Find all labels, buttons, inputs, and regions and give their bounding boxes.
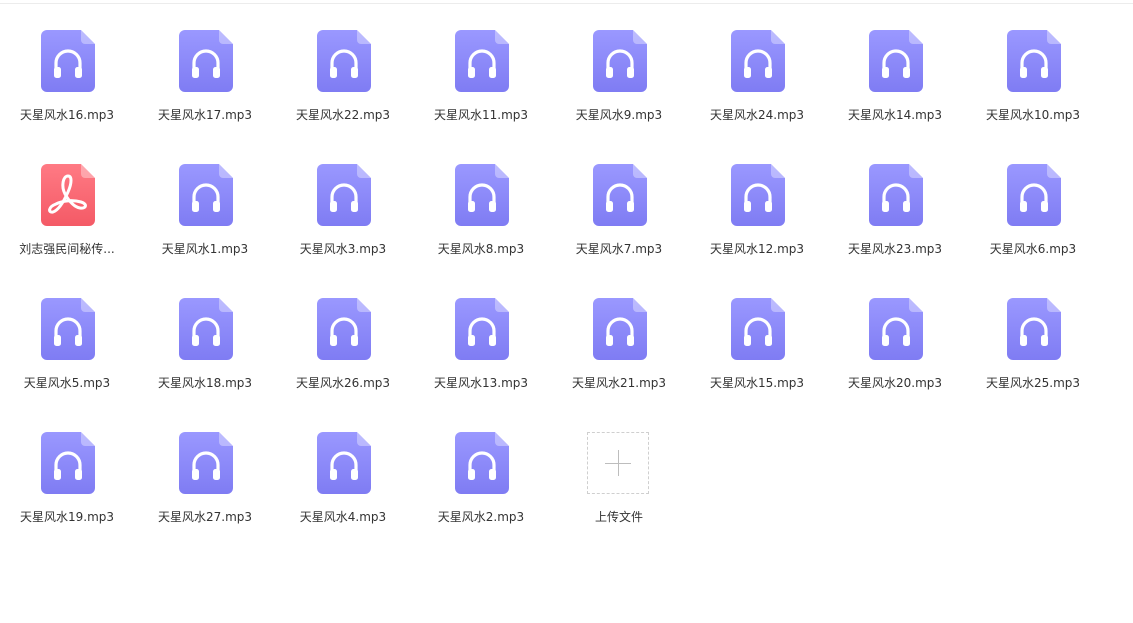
file-name: 天星风水19.mp3 (19, 510, 115, 524)
audio-file-icon (179, 298, 233, 360)
file-item[interactable]: 天星风水12.mp3 (692, 134, 822, 256)
file-item[interactable]: 天星风水23.mp3 (830, 134, 960, 256)
file-item[interactable]: 天星风水9.mp3 (554, 0, 684, 122)
file-name: 天星风水26.mp3 (295, 376, 391, 390)
audio-file-icon (593, 298, 647, 360)
audio-file-icon (455, 432, 509, 494)
audio-file-icon (455, 30, 509, 92)
file-item[interactable]: 天星风水14.mp3 (830, 0, 960, 122)
file-name: 天星风水7.mp3 (575, 242, 663, 256)
file-name: 天星风水21.mp3 (571, 376, 667, 390)
audio-file-icon (317, 432, 371, 494)
audio-file-icon (179, 432, 233, 494)
file-item[interactable]: 天星风水5.mp3 (2, 268, 132, 390)
file-name: 天星风水10.mp3 (985, 108, 1081, 122)
audio-file-icon (731, 30, 785, 92)
file-item[interactable]: 天星风水25.mp3 (968, 268, 1098, 390)
plus-icon (587, 432, 649, 494)
audio-file-icon (869, 164, 923, 226)
file-name: 天星风水3.mp3 (299, 242, 387, 256)
audio-file-icon (317, 30, 371, 92)
audio-file-icon (1007, 298, 1061, 360)
file-name: 天星风水25.mp3 (985, 376, 1081, 390)
file-item[interactable]: 天星风水17.mp3 (140, 0, 270, 122)
audio-file-icon (593, 30, 647, 92)
upload-file-button[interactable]: 上传文件 (554, 402, 684, 524)
file-name: 刘志强民间秘传... (19, 242, 115, 256)
file-item[interactable]: 天星风水4.mp3 (278, 402, 408, 524)
file-name: 天星风水16.mp3 (19, 108, 115, 122)
file-name: 天星风水13.mp3 (433, 376, 529, 390)
file-name: 天星风水4.mp3 (299, 510, 387, 524)
file-name: 天星风水11.mp3 (433, 108, 529, 122)
file-item[interactable]: 天星风水6.mp3 (968, 134, 1098, 256)
file-item[interactable]: 天星风水7.mp3 (554, 134, 684, 256)
file-item[interactable]: 天星风水18.mp3 (140, 268, 270, 390)
file-item[interactable]: 天星风水16.mp3 (2, 0, 132, 122)
file-name: 天星风水14.mp3 (847, 108, 943, 122)
file-name: 天星风水18.mp3 (157, 376, 253, 390)
pdf-file-icon (41, 164, 95, 226)
audio-file-icon (455, 164, 509, 226)
audio-file-icon (41, 298, 95, 360)
file-name: 天星风水22.mp3 (295, 108, 391, 122)
audio-file-icon (1007, 30, 1061, 92)
file-name: 天星风水17.mp3 (157, 108, 253, 122)
audio-file-icon (41, 432, 95, 494)
audio-file-icon (179, 30, 233, 92)
audio-file-icon (455, 298, 509, 360)
file-item[interactable]: 刘志强民间秘传... (2, 134, 132, 256)
file-name: 天星风水2.mp3 (437, 510, 525, 524)
file-name: 天星风水6.mp3 (989, 242, 1077, 256)
file-item[interactable]: 天星风水11.mp3 (416, 0, 546, 122)
audio-file-icon (731, 298, 785, 360)
file-item[interactable]: 天星风水13.mp3 (416, 268, 546, 390)
file-item[interactable]: 天星风水8.mp3 (416, 134, 546, 256)
file-name: 天星风水23.mp3 (847, 242, 943, 256)
file-item[interactable]: 天星风水27.mp3 (140, 402, 270, 524)
file-name: 天星风水9.mp3 (575, 108, 663, 122)
audio-file-icon (41, 30, 95, 92)
file-item[interactable]: 天星风水19.mp3 (2, 402, 132, 524)
audio-file-icon (869, 30, 923, 92)
audio-file-icon (593, 164, 647, 226)
audio-file-icon (731, 164, 785, 226)
file-item[interactable]: 天星风水21.mp3 (554, 268, 684, 390)
file-item[interactable]: 天星风水1.mp3 (140, 134, 270, 256)
file-name: 天星风水8.mp3 (437, 242, 525, 256)
upload-label: 上传文件 (594, 510, 643, 524)
file-item[interactable]: 天星风水24.mp3 (692, 0, 822, 122)
file-item[interactable]: 天星风水3.mp3 (278, 134, 408, 256)
file-name: 天星风水15.mp3 (709, 376, 805, 390)
audio-file-icon (317, 298, 371, 360)
audio-file-icon (1007, 164, 1061, 226)
file-item[interactable]: 天星风水10.mp3 (968, 0, 1098, 122)
file-item[interactable]: 天星风水15.mp3 (692, 268, 822, 390)
file-name: 天星风水5.mp3 (23, 376, 111, 390)
file-name: 天星风水27.mp3 (157, 510, 253, 524)
file-item[interactable]: 天星风水20.mp3 (830, 268, 960, 390)
file-name: 天星风水1.mp3 (161, 242, 249, 256)
file-grid: 天星风水16.mp3 天星风水17.mp3 天星风水22.mp3 天星风水11.… (0, 0, 1133, 623)
audio-file-icon (317, 164, 371, 226)
file-item[interactable]: 天星风水22.mp3 (278, 0, 408, 122)
file-item[interactable]: 天星风水2.mp3 (416, 402, 546, 524)
file-item[interactable]: 天星风水26.mp3 (278, 268, 408, 390)
file-name: 天星风水12.mp3 (709, 242, 805, 256)
file-name: 天星风水24.mp3 (709, 108, 805, 122)
file-name: 天星风水20.mp3 (847, 376, 943, 390)
audio-file-icon (869, 298, 923, 360)
audio-file-icon (179, 164, 233, 226)
